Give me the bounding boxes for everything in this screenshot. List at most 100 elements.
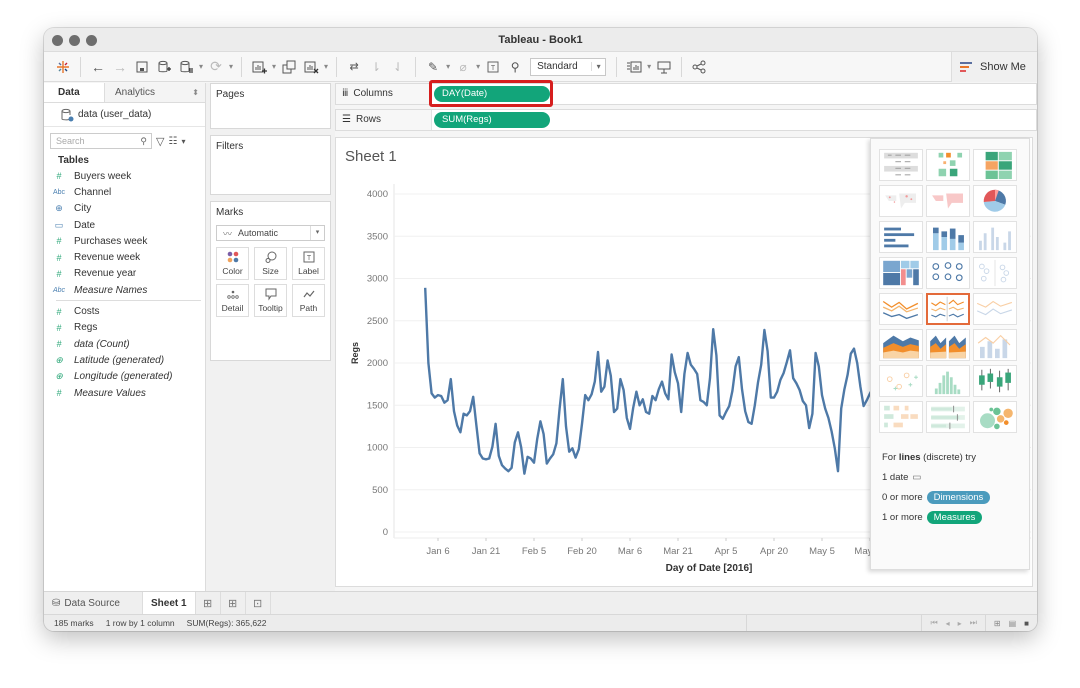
highlight-icon[interactable]: ✎ (422, 56, 444, 78)
back-icon[interactable]: ← (87, 56, 109, 78)
sort-descending-icon[interactable]: ⇃ (387, 56, 409, 78)
close-window-button[interactable] (52, 35, 63, 46)
columns-shelf[interactable]: ⅲ Columns DAY(Date) (335, 80, 1037, 107)
refresh-dropdown-caret[interactable]: ▾ (229, 62, 233, 71)
field-buyers-week[interactable]: # Buyers week (44, 168, 205, 184)
new-story-tab-icon[interactable]: ⊡ (246, 592, 271, 614)
chart-type-bullet-graph[interactable] (926, 401, 970, 433)
pause-dropdown-caret[interactable]: ▾ (199, 62, 203, 71)
chart-type-side-by-side-circles[interactable] (973, 257, 1017, 289)
mark-type-select[interactable]: 〰 Automatic ▾ (216, 225, 325, 241)
new-dashboard-tab-icon[interactable]: ⊞ (221, 592, 246, 614)
label-icon[interactable]: T (482, 56, 504, 78)
save-icon[interactable] (131, 56, 153, 78)
chart-type-highlight-table[interactable] (973, 149, 1017, 181)
refresh-icon[interactable]: ⟳ (205, 56, 227, 78)
field-channel[interactable]: Abc Channel (44, 184, 205, 200)
pause-updates-icon[interactable] (175, 56, 197, 78)
pin-icon[interactable]: ⚲ (504, 56, 526, 78)
first-sheet-icon[interactable]: ⏮ (930, 618, 937, 628)
color-button[interactable]: Color (216, 247, 249, 280)
label-button[interactable]: T Label (292, 247, 325, 280)
field-date[interactable]: ▭ Date (44, 217, 205, 233)
field-search-input[interactable]: Search ⚲ (50, 133, 152, 149)
chart-type-pie[interactable] (973, 185, 1017, 217)
tabs-view-icon[interactable]: ■ (1024, 619, 1029, 628)
chart-type-symbol-map[interactable] (879, 185, 923, 217)
size-button[interactable]: Size (254, 247, 287, 280)
next-sheet-icon[interactable]: ▸ (958, 619, 962, 628)
chart-type-side-by-side-bars[interactable] (973, 221, 1017, 253)
sheet-1-tab[interactable]: Sheet 1 (142, 592, 196, 614)
chart-type-filled-map[interactable] (926, 185, 970, 217)
rows-shelf[interactable]: ☰ Rows SUM(Regs) (335, 109, 1037, 131)
show-cards-caret[interactable]: ▾ (647, 62, 651, 71)
swap-icon[interactable]: ⇄ (343, 56, 365, 78)
new-datasource-icon[interactable] (153, 56, 175, 78)
tableau-logo-icon[interactable] (52, 56, 74, 78)
chart-type-horizontal-bars[interactable] (879, 221, 923, 253)
chart-type-heat-map[interactable] (926, 149, 970, 181)
field-measure-names[interactable]: Abc Measure Names (44, 282, 205, 298)
chevron-down-icon[interactable]: ▾ (181, 137, 185, 146)
minimize-window-button[interactable] (69, 35, 80, 46)
sort-icon[interactable]: ⬍ (192, 83, 199, 103)
chart-type-treemap[interactable] (879, 257, 923, 289)
last-sheet-icon[interactable]: ⏭ (970, 618, 977, 628)
chart-type-circle-views[interactable] (926, 257, 970, 289)
path-button[interactable]: Path (292, 284, 325, 317)
chart-type-area-discrete[interactable] (926, 329, 970, 361)
chart-type-continuous-lines[interactable] (879, 293, 923, 325)
field-purchases-week[interactable]: # Purchases week (44, 233, 205, 249)
group-icon[interactable]: ⌀ (452, 56, 474, 78)
show-me-button[interactable]: Show Me (951, 52, 1037, 82)
filters-card[interactable]: Filters (210, 135, 331, 195)
clear-sheet-icon[interactable] (300, 56, 322, 78)
tab-data[interactable]: Data (44, 83, 104, 102)
fit-select[interactable]: Standard ▾ (530, 57, 607, 76)
duplicate-sheet-icon[interactable] (278, 56, 300, 78)
data-source-item[interactable]: data (user_data) (44, 103, 205, 127)
zoom-window-button[interactable] (86, 35, 97, 46)
detail-button[interactable]: Detail (216, 284, 249, 317)
field-latitude-generated[interactable]: ⊕ Latitude (generated) (44, 352, 205, 368)
forward-icon[interactable]: → (109, 56, 131, 78)
chart-type-discrete-lines[interactable] (926, 293, 970, 325)
field-data-count[interactable]: # data (Count) (44, 336, 205, 352)
filter-icon[interactable]: ▽ (156, 135, 164, 148)
field-longitude-generated[interactable]: ⊕ Longitude (generated) (44, 369, 205, 385)
chart-type-dual-lines[interactable] (973, 293, 1017, 325)
chart-type-stacked-bars[interactable] (926, 221, 970, 253)
pages-card[interactable]: Pages (210, 83, 331, 129)
sheet-sorter-icon[interactable]: ⊞ (994, 619, 1001, 628)
chart-type-packed-bubbles[interactable] (973, 401, 1017, 433)
tooltip-button[interactable]: Tooltip (254, 284, 287, 317)
field-city[interactable]: ⊕ City (44, 201, 205, 217)
tab-analytics[interactable]: Analytics ⬍ (104, 83, 205, 102)
field-revenue-year[interactable]: # Revenue year (44, 266, 205, 282)
chart-type-scatter[interactable] (879, 365, 923, 397)
share-icon[interactable] (688, 56, 710, 78)
field-measure-values[interactable]: # Measure Values (44, 385, 205, 401)
view-options-icon[interactable]: ☷ (168, 136, 177, 147)
chart-type-box-whisker[interactable] (973, 365, 1017, 397)
show-cards-icon[interactable] (623, 56, 645, 78)
field-regs[interactable]: # Regs (44, 320, 205, 336)
chart-type-dual-combination[interactable] (973, 329, 1017, 361)
chart-type-gantt[interactable] (879, 401, 923, 433)
group-caret[interactable]: ▾ (476, 62, 480, 71)
filmstrip-icon[interactable]: ▤ (1009, 619, 1017, 628)
clear-sheet-caret[interactable]: ▾ (324, 62, 328, 71)
field-revenue-week[interactable]: # Revenue week (44, 249, 205, 265)
chart-type-text-table[interactable] (879, 149, 923, 181)
rows-pill-sum-regs[interactable]: SUM(Regs) (434, 112, 550, 128)
chart-type-histogram[interactable] (926, 365, 970, 397)
field-costs[interactable]: # Costs (44, 303, 205, 319)
data-source-tab[interactable]: ⛁ Data Source (44, 592, 142, 614)
new-worksheet-tab-icon[interactable]: ⊞ (196, 592, 221, 614)
new-worksheet-caret[interactable]: ▾ (272, 62, 276, 71)
chart-type-area-continuous[interactable] (879, 329, 923, 361)
presentation-icon[interactable] (653, 56, 675, 78)
new-worksheet-icon[interactable] (248, 56, 270, 78)
highlight-caret[interactable]: ▾ (446, 62, 450, 71)
